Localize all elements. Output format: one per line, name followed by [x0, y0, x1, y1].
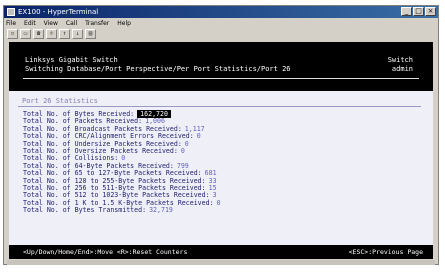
escape-hint: <ESC>:Previous Page — [348, 248, 423, 256]
minimize-button[interactable]: _ — [401, 7, 412, 16]
navigation-hint: <Up/Down/Home/End>:Move <R>:Reset Counte… — [23, 248, 188, 256]
toolbar: ▫ ▭ ☎ ✆ ↑ ↓ ▤ — [7, 29, 96, 40]
menu-path: Switching Database/Port Perspective/Per … — [25, 65, 291, 73]
new-icon[interactable]: ▫ — [7, 29, 18, 39]
header-divider — [23, 78, 419, 79]
statistics-list: Total No. of Bytes Received: 162,720 Tota… — [23, 110, 221, 215]
status-bar — [7, 260, 435, 265]
open-icon[interactable]: ▭ — [20, 29, 31, 39]
receive-icon[interactable]: ↓ — [72, 29, 83, 39]
device-name: Linksys Gigabit Switch — [25, 56, 118, 64]
close-button[interactable]: × — [425, 7, 436, 16]
stat-row[interactable]: Total No. of Bytes Transmitted: 32,719 — [23, 207, 221, 214]
menu-edit[interactable]: Edit — [24, 19, 36, 28]
terminal-header: Linksys Gigabit Switch Switching Databas… — [9, 42, 433, 90]
maximize-button[interactable]: □ — [413, 7, 424, 16]
stat-value: 32,719 — [149, 206, 173, 215]
menu-view[interactable]: View — [44, 19, 58, 28]
terminal-window: EX100 - HyperTerminal _ □ × File Edit Vi… — [3, 5, 439, 265]
user-name: admin — [391, 65, 413, 73]
app-icon — [7, 8, 15, 16]
title-bar: EX100 - HyperTerminal _ □ × — [4, 6, 438, 18]
panel-divider — [18, 106, 421, 107]
menu-file[interactable]: File — [6, 19, 16, 28]
properties-icon[interactable]: ▤ — [85, 29, 96, 39]
stat-value: 0 — [216, 198, 221, 207]
statistics-panel: Port 26 Statistics Total No. of Bytes Re… — [9, 91, 433, 245]
terminal-screen[interactable]: Linksys Gigabit Switch Switching Databas… — [9, 42, 433, 259]
send-icon[interactable]: ↑ — [59, 29, 70, 39]
window-title: EX100 - HyperTerminal — [18, 8, 99, 16]
menu-transfer[interactable]: Transfer — [85, 19, 109, 28]
stat-value: 0 — [196, 132, 201, 141]
menu-call[interactable]: Call — [66, 19, 77, 28]
disconnect-icon[interactable]: ✆ — [46, 29, 57, 39]
menu-help[interactable]: Help — [117, 19, 131, 28]
device-type: Switch — [387, 56, 413, 64]
stat-value: 0 — [184, 139, 189, 148]
key-help-bar: <Up/Down/Home/End>:Move <R>:Reset Counte… — [9, 246, 433, 259]
stat-label: Total No. of Bytes Transmitted: — [23, 206, 147, 215]
menu-bar: File Edit View Call Transfer Help — [6, 19, 131, 28]
connect-icon[interactable]: ☎ — [33, 29, 44, 39]
stat-value: 0 — [180, 147, 185, 156]
panel-title: Port 26 Statistics — [22, 97, 98, 105]
